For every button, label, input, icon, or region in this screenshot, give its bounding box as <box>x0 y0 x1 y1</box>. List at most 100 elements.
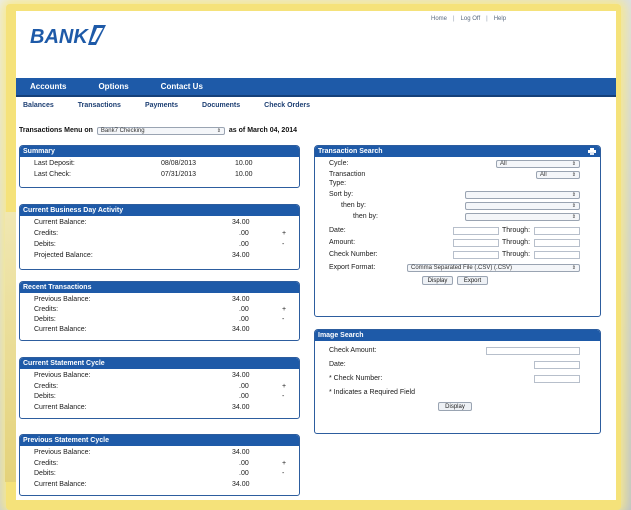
row-amount: 34.00 <box>232 252 250 259</box>
row-label: Last Deposit: <box>34 160 75 167</box>
row-amount: .00 <box>239 230 249 237</box>
row-date: 07/31/2013 <box>161 171 197 178</box>
nav-options[interactable]: Options <box>98 82 128 91</box>
current-statement-panel: Current Statement Cycle Previous Balance… <box>19 357 300 419</box>
transaction-type-label: Transaction <box>329 171 366 178</box>
logoff-link[interactable]: Log Off <box>461 16 481 22</box>
logo-text: BANK <box>30 26 89 47</box>
bank-logo[interactable]: BANK <box>28 23 108 47</box>
amount-through-input[interactable] <box>534 239 580 247</box>
row-amount: 34.00 <box>232 219 250 226</box>
amount-label: Amount: <box>329 239 356 246</box>
row-amount: .00 <box>239 460 249 467</box>
select-arrow-icon: ⇕ <box>571 172 576 178</box>
sub-nav: Balances Transactions Payments Documents… <box>16 99 327 111</box>
row-label: Last Check: <box>34 171 71 178</box>
link-separator: | <box>453 15 455 22</box>
row-label: Previous Balance: <box>34 449 91 456</box>
link-separator: | <box>486 15 488 22</box>
through-label: Through: <box>502 239 531 246</box>
transactions-menu-row: Transactions Menu on Bank7 Checking ⇕ as… <box>19 125 297 136</box>
panel-header: Current Business Day Activity <box>20 205 299 216</box>
row-label: Debits: <box>34 470 56 477</box>
help-link[interactable]: Help <box>494 16 506 22</box>
row-sign: + <box>282 306 287 313</box>
home-link[interactable]: Home <box>431 16 447 22</box>
row-sign: + <box>282 230 287 237</box>
export-format-value: Comma Separated File (.CSV) (.CSV) <box>411 265 513 271</box>
panel-title: Transaction Search <box>318 148 383 155</box>
row-amount: .00 <box>239 306 249 313</box>
then-by-label-2: then by: <box>353 213 378 220</box>
date-from-input[interactable] <box>453 227 499 235</box>
summary-panel: Summary Last Deposit: 08/08/2013 10.00 L… <box>19 145 300 188</box>
background-strip <box>5 212 16 482</box>
subnav-payments[interactable]: Payments <box>145 102 178 109</box>
menu-label: Transactions Menu on <box>19 127 93 134</box>
select-arrow-icon: ⇕ <box>571 161 576 167</box>
row-amount: 34.00 <box>232 404 250 411</box>
export-button[interactable]: Export <box>457 276 488 285</box>
row-label: Previous Balance: <box>34 296 91 303</box>
subnav-check-orders[interactable]: Check Orders <box>264 102 310 109</box>
row-label: Current Balance: <box>34 404 87 411</box>
image-check-number-input[interactable] <box>534 375 580 383</box>
subnav-transactions[interactable]: Transactions <box>78 102 121 109</box>
recent-transactions-panel: Recent Transactions Previous Balance: 34… <box>19 281 300 341</box>
type-select-value: All <box>540 172 547 178</box>
row-label: Current Balance: <box>34 326 87 333</box>
amount-from-input[interactable] <box>453 239 499 247</box>
image-date-input[interactable] <box>534 361 580 369</box>
sort-by-label: Sort by: <box>329 191 354 198</box>
image-display-button[interactable]: Display <box>438 402 472 411</box>
row-amount: .00 <box>239 470 249 477</box>
row-amount: 34.00 <box>232 372 250 379</box>
row-amount: 10.00 <box>235 171 253 178</box>
cycle-select[interactable]: All ⇕ <box>496 160 580 168</box>
row-label: Debits: <box>34 316 56 323</box>
sort-by-select[interactable]: ⇕ <box>465 191 580 199</box>
export-format-select[interactable]: Comma Separated File (.CSV) (.CSV) ⇕ <box>407 264 580 272</box>
nav-accounts[interactable]: Accounts <box>30 82 66 91</box>
cycle-select-value: All <box>500 161 507 167</box>
select-arrow-icon: ⇕ <box>216 127 221 134</box>
date-label: Date: <box>329 227 346 234</box>
transaction-type-select[interactable]: All ⇕ <box>536 171 580 179</box>
panel-header: Recent Transactions <box>20 282 299 293</box>
row-sign: + <box>282 460 287 467</box>
row-amount: .00 <box>239 383 249 390</box>
row-label: Current Balance: <box>34 481 87 488</box>
panel-header: Summary <box>20 146 299 157</box>
check-number-label: Check Number: <box>329 251 378 258</box>
nav-contact-us[interactable]: Contact Us <box>161 82 203 91</box>
account-select-value: Bank7 Checking <box>100 127 145 134</box>
row-label: Debits: <box>34 393 56 400</box>
current-business-day-panel: Current Business Day Activity Current Ba… <box>19 204 300 270</box>
then-by-select-2[interactable]: ⇕ <box>465 213 580 221</box>
row-label: Credits: <box>34 306 59 313</box>
printer-icon[interactable] <box>588 148 596 155</box>
row-label: Credits: <box>34 230 59 237</box>
row-amount: 10.00 <box>235 160 253 167</box>
then-by-select-1[interactable]: ⇕ <box>465 202 580 210</box>
check-number-through-input[interactable] <box>534 251 580 259</box>
image-check-number-label: * Check Number: <box>329 375 383 382</box>
through-label: Through: <box>502 251 531 258</box>
row-amount: 34.00 <box>232 326 250 333</box>
select-arrow-icon: ⇕ <box>571 265 576 271</box>
required-field-note: * Indicates a Required Field <box>329 389 415 396</box>
date-through-input[interactable] <box>534 227 580 235</box>
check-amount-input[interactable] <box>486 347 580 355</box>
check-number-from-input[interactable] <box>453 251 499 259</box>
row-label: Credits: <box>34 460 59 467</box>
previous-statement-panel: Previous Statement Cycle Previous Balanc… <box>19 434 300 496</box>
account-select[interactable]: Bank7 Checking ⇕ <box>96 126 225 135</box>
row-label: Previous Balance: <box>34 372 91 379</box>
subnav-documents[interactable]: Documents <box>202 102 240 109</box>
transaction-type-label-2: Type: <box>329 180 347 187</box>
subnav-balances[interactable]: Balances <box>23 102 54 109</box>
cycle-label: Cycle: <box>329 160 349 167</box>
row-amount: 34.00 <box>232 296 250 303</box>
export-format-label: Export Format: <box>329 264 376 271</box>
display-button[interactable]: Display <box>422 276 453 285</box>
